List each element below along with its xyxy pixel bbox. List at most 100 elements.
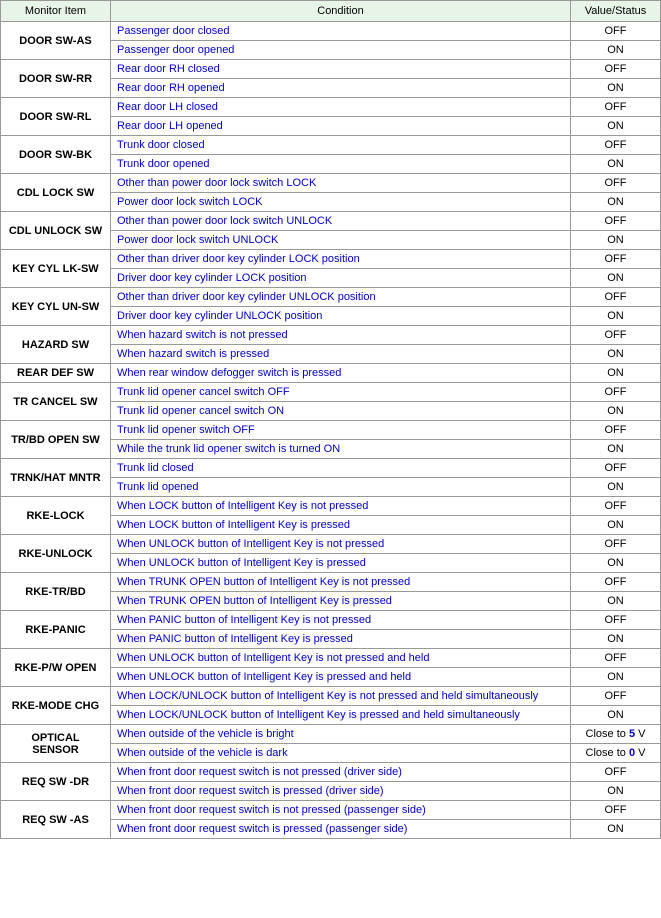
table-row: DOOR SW-RLRear door LH closedOFF xyxy=(1,98,661,117)
condition-cell: When hazard switch is pressed xyxy=(111,345,571,364)
value-cell: OFF xyxy=(571,60,661,79)
monitor-item: DOOR SW-AS xyxy=(1,22,111,60)
condition-cell: Power door lock switch LOCK xyxy=(111,193,571,212)
monitor-item: RKE-UNLOCK xyxy=(1,535,111,573)
header-monitor: Monitor Item xyxy=(1,1,111,22)
table-row: OPTICAL SENSORWhen outside of the vehicl… xyxy=(1,725,661,744)
value-cell: ON xyxy=(571,592,661,611)
value-cell: OFF xyxy=(571,136,661,155)
condition-cell: Trunk door closed xyxy=(111,136,571,155)
condition-cell: When front door request switch is not pr… xyxy=(111,801,571,820)
table-row: RKE-LOCKWhen LOCK button of Intelligent … xyxy=(1,497,661,516)
table-row: DOOR SW-BKTrunk door closedOFF xyxy=(1,136,661,155)
value-cell: OFF xyxy=(571,763,661,782)
value-cell: OFF xyxy=(571,174,661,193)
condition-cell: While the trunk lid opener switch is tur… xyxy=(111,440,571,459)
value-cell: ON xyxy=(571,668,661,687)
value-cell: OFF xyxy=(571,98,661,117)
monitor-item: TR/BD OPEN SW xyxy=(1,421,111,459)
value-cell: OFF xyxy=(571,801,661,820)
table-row: DOOR SW-RRRear door RH closedOFF xyxy=(1,60,661,79)
monitor-item: RKE-P/W OPEN xyxy=(1,649,111,687)
value-cell: ON xyxy=(571,364,661,383)
condition-cell: When rear window defogger switch is pres… xyxy=(111,364,571,383)
table-row: RKE-P/W OPENWhen UNLOCK button of Intell… xyxy=(1,649,661,668)
condition-cell: Trunk lid closed xyxy=(111,459,571,478)
condition-cell: When hazard switch is not pressed xyxy=(111,326,571,345)
condition-cell: When PANIC button of Intelligent Key is … xyxy=(111,630,571,649)
value-cell: OFF xyxy=(571,611,661,630)
monitor-item: DOOR SW-RR xyxy=(1,60,111,98)
monitor-item: HAZARD SW xyxy=(1,326,111,364)
table-row: TRNK/HAT MNTRTrunk lid closedOFF xyxy=(1,459,661,478)
condition-cell: When UNLOCK button of Intelligent Key is… xyxy=(111,554,571,573)
condition-cell: When front door request switch is presse… xyxy=(111,782,571,801)
condition-cell: When outside of the vehicle is bright xyxy=(111,725,571,744)
condition-cell: When UNLOCK button of Intelligent Key is… xyxy=(111,535,571,554)
value-cell: ON xyxy=(571,79,661,98)
monitor-item: RKE-LOCK xyxy=(1,497,111,535)
condition-cell: Driver door key cylinder LOCK position xyxy=(111,269,571,288)
table-row: REAR DEF SWWhen rear window defogger swi… xyxy=(1,364,661,383)
table-row: KEY CYL UN-SWOther than driver door key … xyxy=(1,288,661,307)
table-row: TR/BD OPEN SWTrunk lid opener switch OFF… xyxy=(1,421,661,440)
value-cell: OFF xyxy=(571,573,661,592)
condition-cell: When LOCK button of Intelligent Key is p… xyxy=(111,516,571,535)
value-cell: OFF xyxy=(571,497,661,516)
value-cell: OFF xyxy=(571,212,661,231)
monitor-item: TR CANCEL SW xyxy=(1,383,111,421)
monitor-item: REAR DEF SW xyxy=(1,364,111,383)
value-cell: ON xyxy=(571,41,661,60)
condition-cell: When LOCK button of Intelligent Key is n… xyxy=(111,497,571,516)
value-cell: OFF xyxy=(571,421,661,440)
value-cell: ON xyxy=(571,706,661,725)
table-row: RKE-UNLOCKWhen UNLOCK button of Intellig… xyxy=(1,535,661,554)
value-cell: ON xyxy=(571,345,661,364)
condition-cell: Other than driver door key cylinder LOCK… xyxy=(111,250,571,269)
condition-cell: When UNLOCK button of Intelligent Key is… xyxy=(111,668,571,687)
value-cell: OFF xyxy=(571,649,661,668)
value-cell: OFF xyxy=(571,383,661,402)
condition-cell: Passenger door closed xyxy=(111,22,571,41)
table-row: KEY CYL LK-SWOther than driver door key … xyxy=(1,250,661,269)
condition-cell: Other than power door lock switch LOCK xyxy=(111,174,571,193)
condition-cell: Power door lock switch UNLOCK xyxy=(111,231,571,250)
value-cell: ON xyxy=(571,820,661,839)
monitor-item: OPTICAL SENSOR xyxy=(1,725,111,763)
condition-cell: Trunk door opened xyxy=(111,155,571,174)
condition-cell: Passenger door opened xyxy=(111,41,571,60)
value-cell: ON xyxy=(571,440,661,459)
condition-cell: When LOCK/UNLOCK button of Intelligent K… xyxy=(111,706,571,725)
monitor-table: Monitor Item Condition Value/Status DOOR… xyxy=(0,0,661,839)
value-cell: ON xyxy=(571,231,661,250)
table-row: CDL LOCK SWOther than power door lock sw… xyxy=(1,174,661,193)
condition-cell: When outside of the vehicle is dark xyxy=(111,744,571,763)
condition-cell: Other than power door lock switch UNLOCK xyxy=(111,212,571,231)
value-cell: Close to 0 V xyxy=(571,744,661,763)
monitor-item: REQ SW -AS xyxy=(1,801,111,839)
monitor-item: RKE-TR/BD xyxy=(1,573,111,611)
condition-cell: When front door request switch is not pr… xyxy=(111,763,571,782)
value-cell: ON xyxy=(571,117,661,136)
header-value: Value/Status xyxy=(571,1,661,22)
header-condition: Condition xyxy=(111,1,571,22)
value-cell: ON xyxy=(571,516,661,535)
value-cell: ON xyxy=(571,554,661,573)
condition-cell: Trunk lid opener switch OFF xyxy=(111,421,571,440)
condition-cell: Other than driver door key cylinder UNLO… xyxy=(111,288,571,307)
value-cell: ON xyxy=(571,478,661,497)
monitor-item: REQ SW -DR xyxy=(1,763,111,801)
table-row: HAZARD SWWhen hazard switch is not press… xyxy=(1,326,661,345)
value-cell: OFF xyxy=(571,22,661,41)
condition-cell: Trunk lid opened xyxy=(111,478,571,497)
table-row: DOOR SW-ASPassenger door closedOFF xyxy=(1,22,661,41)
table-row: REQ SW -ASWhen front door request switch… xyxy=(1,801,661,820)
value-cell: OFF xyxy=(571,459,661,478)
table-row: TR CANCEL SWTrunk lid opener cancel swit… xyxy=(1,383,661,402)
table-row: REQ SW -DRWhen front door request switch… xyxy=(1,763,661,782)
monitor-item: KEY CYL UN-SW xyxy=(1,288,111,326)
condition-cell: When UNLOCK button of Intelligent Key is… xyxy=(111,649,571,668)
condition-cell: When TRUNK OPEN button of Intelligent Ke… xyxy=(111,592,571,611)
value-cell: ON xyxy=(571,402,661,421)
condition-cell: Rear door RH opened xyxy=(111,79,571,98)
